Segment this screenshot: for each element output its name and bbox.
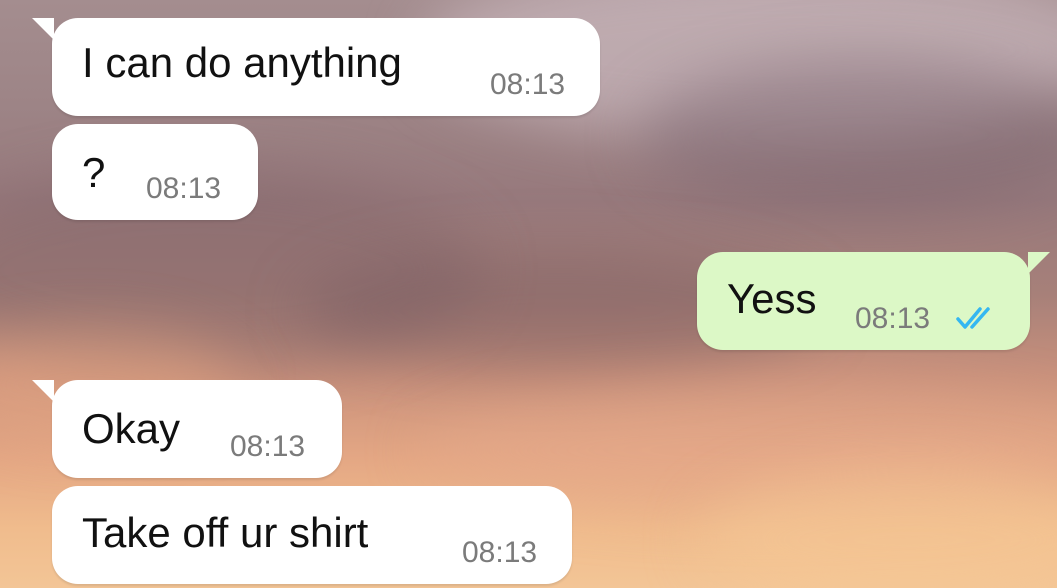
message-timestamp: 08:13 [855,302,931,335]
incoming-message-bubble[interactable]: ? 08:13 [52,124,258,220]
bubble-tail [1028,252,1050,274]
double-check-icon [956,307,990,329]
incoming-message-bubble[interactable]: I can do anything 08:13 [32,18,600,116]
bubble-tail [32,380,54,402]
message-text: ? [82,149,106,196]
message-text: Okay [82,405,181,452]
message-text: I can do anything [82,39,402,86]
incoming-message-bubble[interactable]: Take off ur shirt 08:13 [52,486,572,584]
message-text: Take off ur shirt [82,509,369,556]
message-text: Yess [727,275,817,322]
message-timestamp: 08:13 [462,536,538,569]
message-timestamp: 08:13 [490,68,566,101]
incoming-message-bubble[interactable]: Okay 08:13 [32,380,342,478]
message-list: I can do anything 08:13 ? 08:13 Yess 08:… [0,0,1057,588]
bubble-tail [32,18,54,40]
message-timestamp: 08:13 [230,430,306,463]
message-timestamp: 08:13 [146,172,222,205]
outgoing-message-bubble[interactable]: Yess 08:13 [697,252,1050,350]
